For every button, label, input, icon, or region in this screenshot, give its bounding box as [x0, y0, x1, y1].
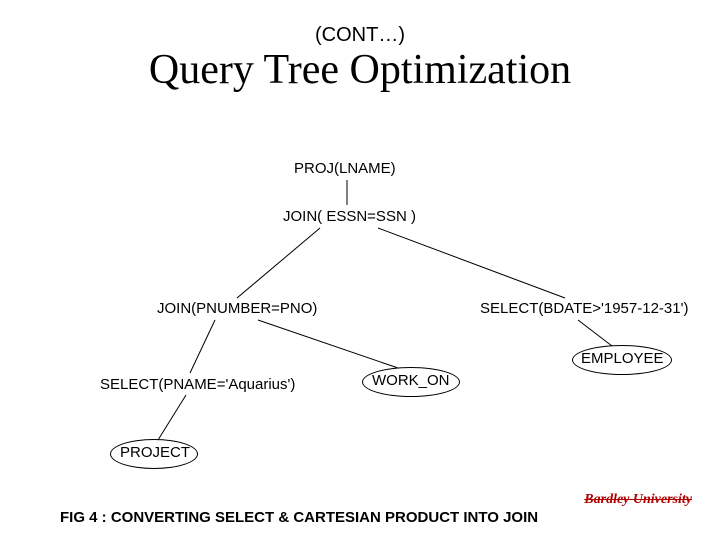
edge-join1-join2 [237, 228, 320, 298]
ellipse-work-on [362, 367, 460, 397]
edge-join1-selbdate [378, 228, 565, 298]
edge-selbdate-employee [578, 320, 612, 346]
cont-label: (CONT…) [0, 24, 720, 47]
ellipse-project [110, 439, 198, 469]
figure-caption: FIG 4 : CONVERTING SELECT & CARTESIAN PR… [60, 509, 700, 528]
node-join-essn: JOIN( ESSN=SSN ) [283, 208, 416, 225]
node-proj: PROJ(LNAME) [294, 160, 396, 177]
diagram-stage: (CONT…) Query Tree Optimization PROJ(LNA… [0, 0, 720, 540]
node-select-bdate: SELECT(BDATE>'1957-12-31') [480, 300, 688, 317]
page-title: Query Tree Optimization [0, 46, 720, 94]
brand-watermark: Bardley University [584, 492, 692, 508]
edge-selpname-project [158, 395, 186, 440]
edge-join2-workon [258, 320, 398, 368]
node-select-pname: SELECT(PNAME='Aquarius') [100, 376, 295, 393]
ellipse-employee [572, 345, 672, 375]
edge-join2-selpname [190, 320, 215, 373]
node-join-pnumber: JOIN(PNUMBER=PNO) [157, 300, 317, 317]
